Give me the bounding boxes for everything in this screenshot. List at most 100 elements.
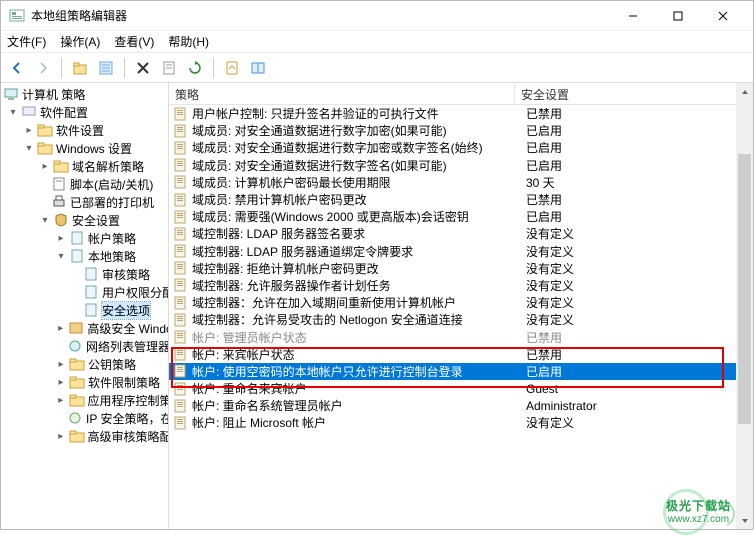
- scroll-up-button[interactable]: [736, 83, 753, 100]
- toolbar-separator: [213, 58, 214, 78]
- list-body[interactable]: 用户帐户控制: 只提升签名并验证的可执行文件已禁用域成员: 对安全通道数据进行数…: [169, 105, 753, 432]
- expander-icon[interactable]: ▾: [7, 106, 19, 118]
- tree-item[interactable]: ▸域名解析策略: [1, 157, 168, 175]
- list-row[interactable]: 域控制器: LDAP 服务器签名要求没有定义: [169, 225, 753, 242]
- export-button[interactable]: [220, 56, 244, 80]
- policy-name: 域控制器：允许易受攻击的 Netlogon 安全通道连接: [192, 311, 522, 328]
- list-row[interactable]: 域控制器：允许在加入域期间重新使用计算机帐户没有定义: [169, 294, 753, 311]
- policy-name: 域成员: 需要强(Windows 2000 或更高版本)会话密钥: [192, 208, 522, 225]
- tree-item[interactable]: 用户权限分配: [1, 283, 168, 301]
- tree-item[interactable]: 审核策略: [1, 265, 168, 283]
- list-row[interactable]: 域控制器: 允许服务器操作者计划任务没有定义: [169, 277, 753, 294]
- list-row[interactable]: 域成员: 对安全通道数据进行数字签名(如果可能)已启用: [169, 157, 753, 174]
- expander-icon[interactable]: ▸: [55, 358, 67, 370]
- list-row[interactable]: 域成员: 计算机帐户密码最长使用期限30 天: [169, 174, 753, 191]
- list-row[interactable]: 域控制器: LDAP 服务器通道绑定令牌要求没有定义: [169, 243, 753, 260]
- close-button[interactable]: [700, 2, 745, 30]
- column-header-policy[interactable]: 策略: [169, 83, 515, 104]
- back-button[interactable]: [5, 56, 29, 80]
- policy-value: 已启用: [522, 122, 753, 139]
- folder-icon: [69, 392, 85, 408]
- tree-item[interactable]: ▸软件设置: [1, 121, 168, 139]
- tree-item[interactable]: ▾安全设置: [1, 211, 168, 229]
- properties-button[interactable]: [157, 56, 181, 80]
- maximize-button[interactable]: [655, 2, 700, 30]
- scroll-down-button[interactable]: [736, 512, 753, 529]
- tree-item[interactable]: 网络列表管理器: [1, 337, 168, 355]
- tree-item-selected[interactable]: 安全选项: [1, 301, 168, 319]
- scroll-track[interactable]: [736, 100, 753, 512]
- list-row[interactable]: 域成员: 对安全通道数据进行数字加密或数字签名(始终)已启用: [169, 139, 753, 156]
- list-row[interactable]: 帐户: 管理员帐户状态已禁用: [169, 328, 753, 345]
- tree-root[interactable]: 计算机 策略: [1, 85, 168, 103]
- tree-item[interactable]: 脚本(启动/关机): [1, 175, 168, 193]
- firewall-icon: [68, 320, 84, 336]
- list-button[interactable]: [94, 56, 118, 80]
- expander-icon[interactable]: ▸: [55, 394, 67, 406]
- menu-action[interactable]: 操作(A): [60, 33, 100, 50]
- tree-item[interactable]: ▾本地策略: [1, 247, 168, 265]
- list-row[interactable]: 帐户: 使用空密码的本地帐户只允许进行控制台登录已启用: [169, 363, 753, 380]
- tree-item[interactable]: ▸高级安全 Windo: [1, 319, 168, 337]
- policy-value: Guest: [522, 382, 753, 396]
- policy-value: 没有定义: [522, 311, 753, 328]
- tree-item[interactable]: ▾Windows 设置: [1, 139, 168, 157]
- policy-item-icon: [173, 261, 189, 275]
- ipsec-icon: [67, 410, 83, 426]
- list-row[interactable]: 域成员: 禁用计算机帐户密码更改已禁用: [169, 191, 753, 208]
- tree-item[interactable]: 已部署的打印机: [1, 193, 168, 211]
- list-row[interactable]: 域成员: 对安全通道数据进行数字加密(如果可能)已启用: [169, 122, 753, 139]
- tree-pane[interactable]: 计算机 策略 ▾软件配置 ▸软件设置 ▾Windows 设置 ▸域名解析策略 脚…: [1, 83, 169, 529]
- filter-button[interactable]: [246, 56, 270, 80]
- tree-item[interactable]: ▸软件限制策略: [1, 373, 168, 391]
- menu-view[interactable]: 查看(V): [114, 33, 154, 50]
- scrollbar[interactable]: [736, 83, 753, 529]
- delete-button[interactable]: [131, 56, 155, 80]
- up-button[interactable]: [68, 56, 92, 80]
- policy-value: 已禁用: [522, 105, 753, 122]
- tree-item[interactable]: IP 安全策略，在: [1, 409, 168, 427]
- list-row[interactable]: 域成员: 需要强(Windows 2000 或更高版本)会话密钥已启用: [169, 208, 753, 225]
- list-row[interactable]: 域控制器：允许易受攻击的 Netlogon 安全通道连接没有定义: [169, 311, 753, 328]
- expander-icon[interactable]: ▸: [39, 160, 51, 172]
- expander-icon[interactable]: ▾: [55, 250, 67, 262]
- expander-icon[interactable]: ▾: [39, 214, 51, 226]
- list-row[interactable]: 帐户: 重命名来宾帐户Guest: [169, 380, 753, 397]
- policy-value: 没有定义: [522, 243, 753, 260]
- tree-item[interactable]: ▸公钥策略: [1, 355, 168, 373]
- list-row[interactable]: 帐户: 来宾帐户状态已禁用: [169, 346, 753, 363]
- policy-item-icon: [173, 175, 189, 189]
- computer-icon: [3, 86, 19, 102]
- forward-button[interactable]: [31, 56, 55, 80]
- column-header-setting[interactable]: 安全设置: [515, 83, 753, 104]
- list-row[interactable]: 帐户: 阻止 Microsoft 帐户没有定义: [169, 414, 753, 431]
- policy-item-icon: [173, 141, 189, 155]
- tree-item[interactable]: ▸应用程序控制策: [1, 391, 168, 409]
- expander-icon[interactable]: ▸: [55, 430, 67, 442]
- policy-name: 域成员: 对安全通道数据进行数字加密(如果可能): [192, 122, 522, 139]
- policy-item-icon: [173, 244, 189, 258]
- menu-file[interactable]: 文件(F): [7, 33, 46, 50]
- policy-item-icon: [173, 382, 189, 396]
- policy-name: 域成员: 对安全通道数据进行数字签名(如果可能): [192, 157, 522, 174]
- expander-icon[interactable]: ▸: [55, 376, 67, 388]
- menu-help[interactable]: 帮助(H): [168, 33, 209, 50]
- policy-value: 没有定义: [522, 414, 753, 431]
- expander-icon[interactable]: ▸: [55, 232, 67, 244]
- list-row[interactable]: 域控制器: 拒绝计算机帐户密码更改没有定义: [169, 260, 753, 277]
- watermark-title: 极光下载站: [666, 497, 731, 514]
- expander-icon[interactable]: ▸: [55, 322, 66, 334]
- tree-item[interactable]: ▸高级审核策略配: [1, 427, 168, 445]
- expander-icon[interactable]: ▾: [23, 142, 35, 154]
- tree-item[interactable]: ▾软件配置: [1, 103, 168, 121]
- list-row[interactable]: 用户帐户控制: 只提升签名并验证的可执行文件已禁用: [169, 105, 753, 122]
- policy-value: 没有定义: [522, 294, 753, 311]
- scroll-thumb[interactable]: [738, 154, 751, 424]
- minimize-button[interactable]: [610, 2, 655, 30]
- tree-item[interactable]: ▸帐户策略: [1, 229, 168, 247]
- network-icon: [67, 338, 83, 354]
- list-row[interactable]: 帐户: 重命名系统管理员帐户Administrator: [169, 397, 753, 414]
- expander-icon[interactable]: ▸: [23, 124, 35, 136]
- refresh-button[interactable]: [183, 56, 207, 80]
- policy-value: 已禁用: [522, 329, 753, 346]
